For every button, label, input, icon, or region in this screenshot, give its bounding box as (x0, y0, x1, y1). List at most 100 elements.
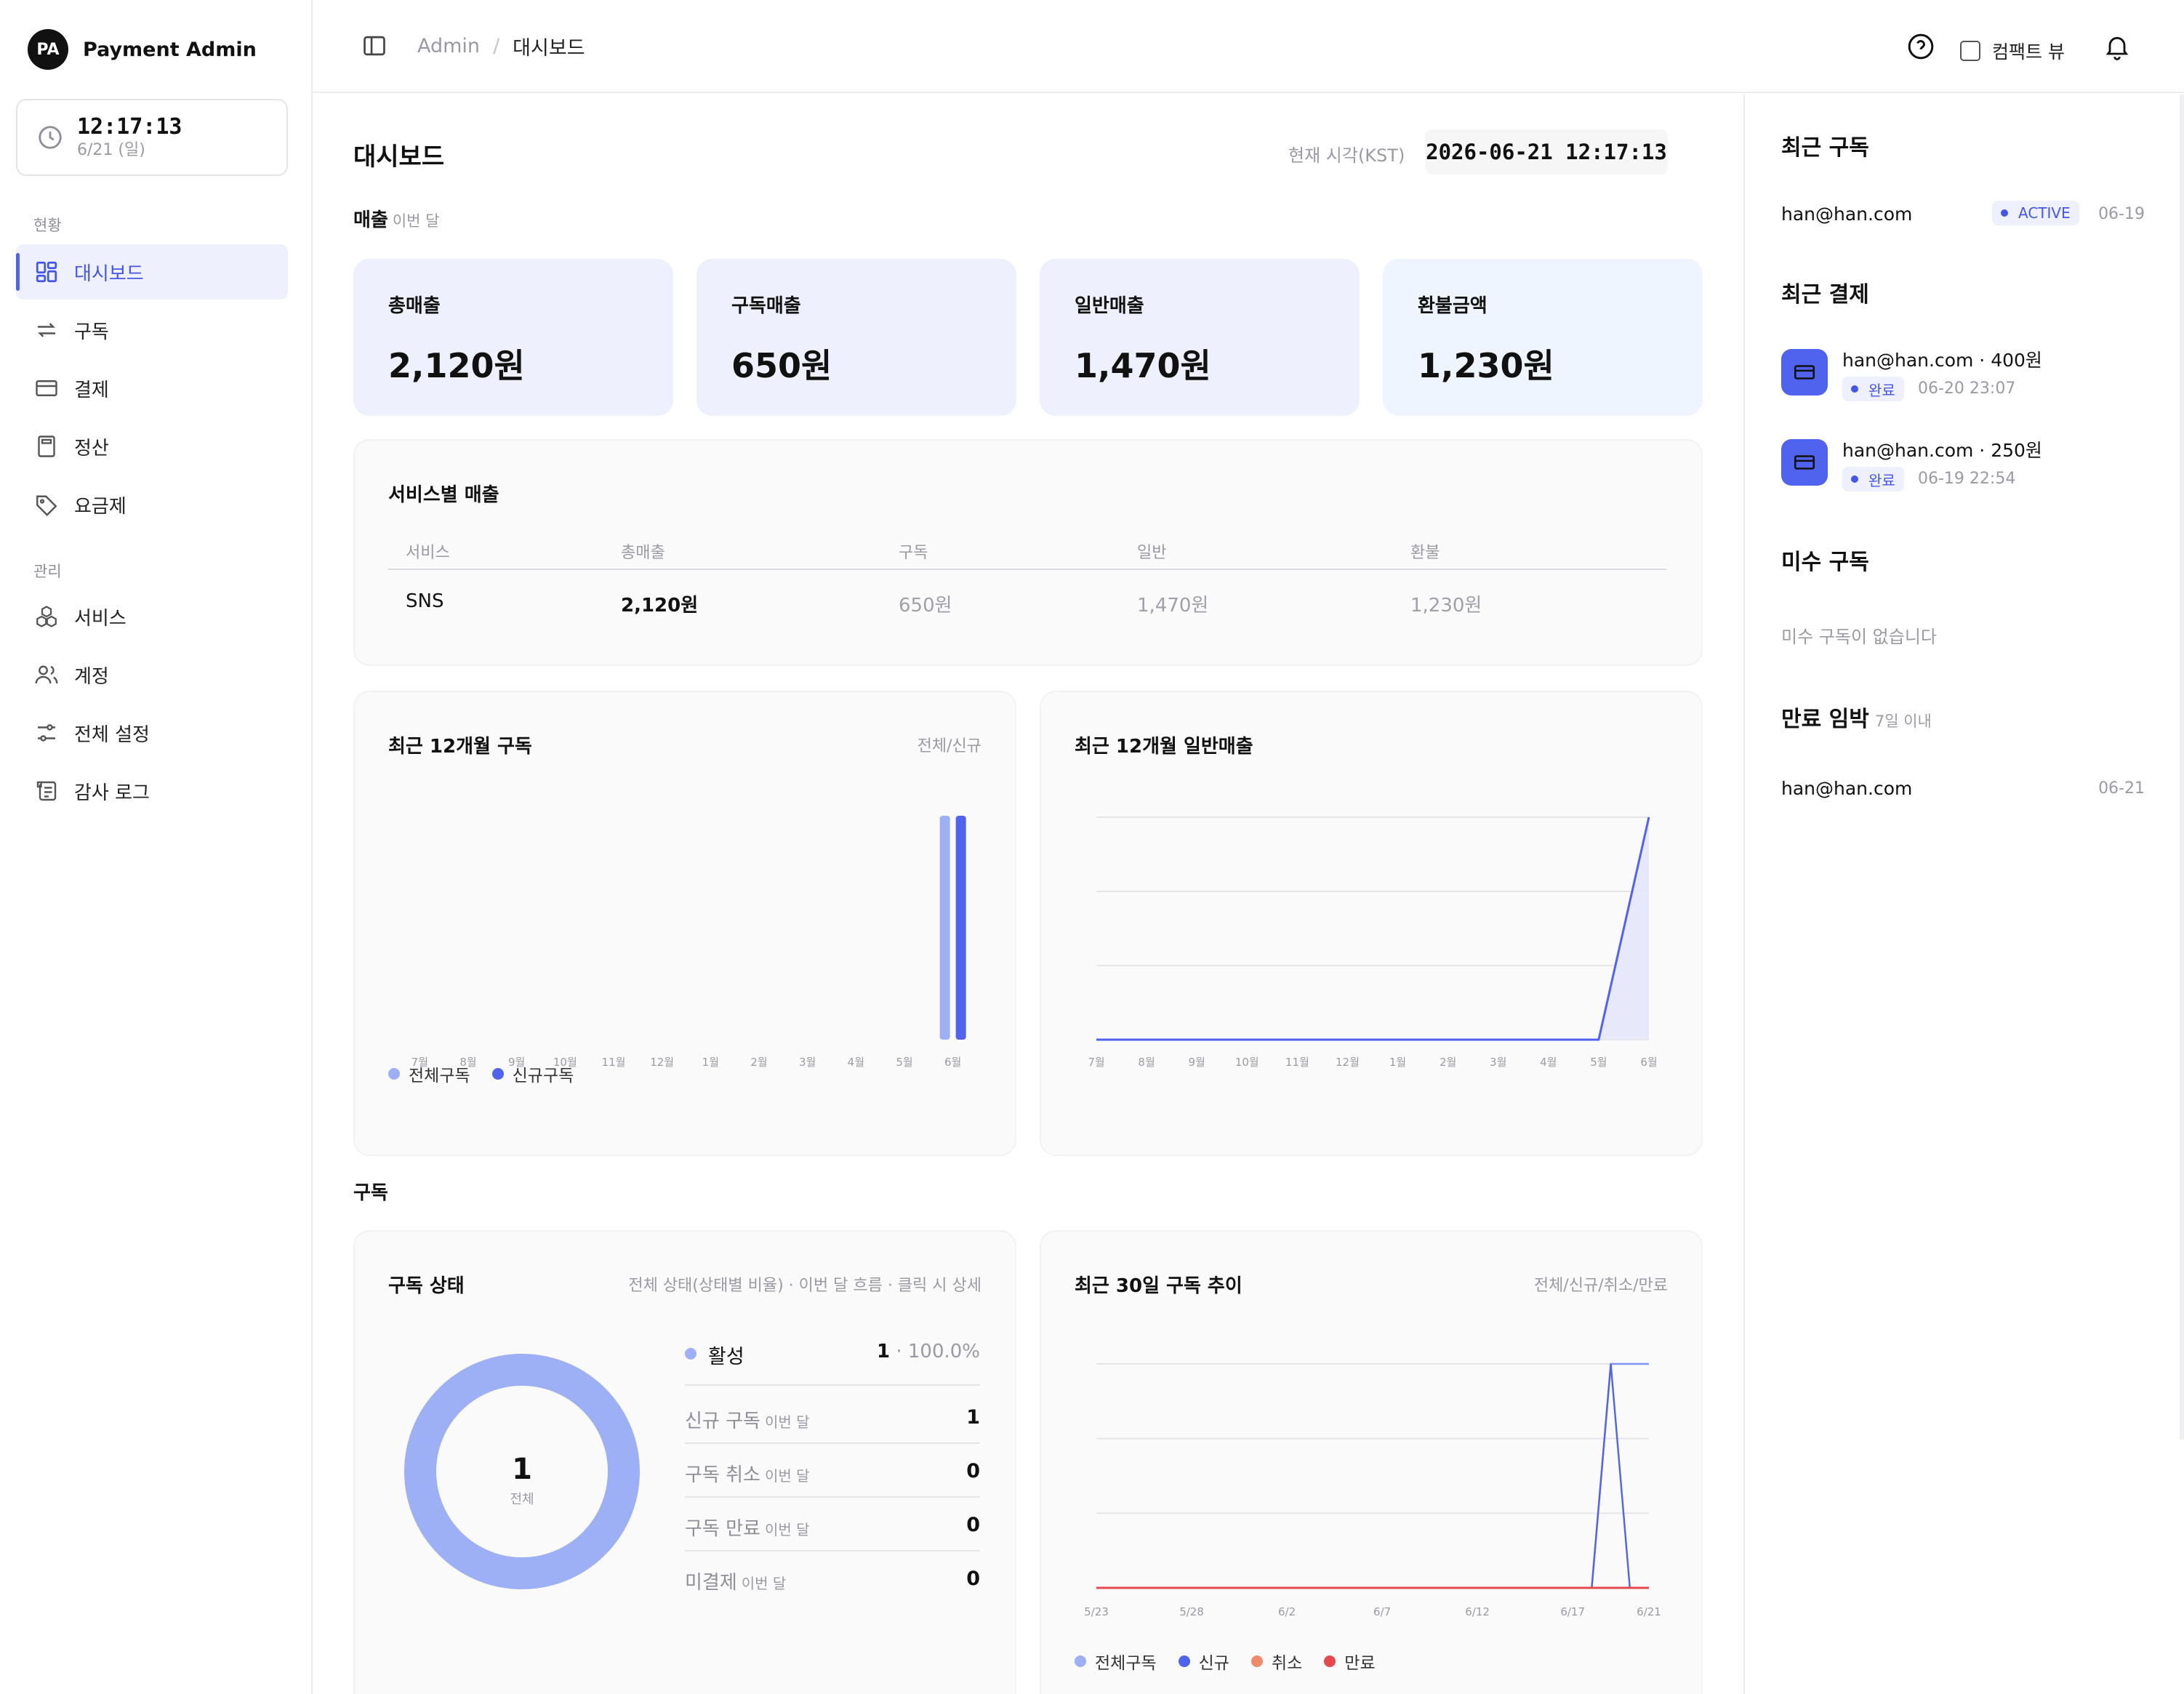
column-header: 일반 (1137, 544, 1167, 562)
legend-dot (685, 1348, 696, 1360)
payment-card-icon (1781, 349, 1828, 396)
badge-dot (2001, 209, 2008, 217)
sidebar-item-accounts[interactable]: 계정 (16, 647, 288, 702)
subscription-section-label: 구독 (353, 1182, 388, 1204)
kpi-subscription-revenue[interactable]: 구독매출 650원 (696, 259, 1016, 416)
expiring-soon-label: 만료 임박 (1781, 707, 1869, 732)
status-row-new[interactable]: 신규 구독 이번 달 1 (685, 1390, 980, 1444)
breadcrumb-separator: / (493, 35, 500, 57)
revenue-period: 이번 달 (392, 212, 440, 230)
recent-subscription-email: han@han.com (1781, 204, 1913, 225)
breadcrumb-root[interactable]: Admin (417, 35, 480, 57)
recent-payment-item[interactable]: han@han.com · 400원 완료 06-20 23:07 (1745, 339, 2184, 419)
status-row-label: 구독 취소 (685, 1464, 760, 1486)
sidebar-item-audit-log[interactable]: 감사 로그 (16, 763, 288, 819)
page-title: 대시보드 (353, 142, 445, 172)
breadcrumb-current: 대시보드 (513, 37, 585, 60)
status-badge: ACTIVE (1992, 201, 2079, 225)
legend-dot (1075, 1655, 1086, 1667)
monthly-subscriptions-chart: 7월 8월 9월 10월 11월 12월 1월 2월 3월 4월 5월 6월 (411, 816, 966, 1069)
scroll-icon (36, 781, 57, 801)
kpi-total-revenue[interactable]: 총매출 2,120원 (353, 259, 673, 416)
sidebar-item-label: 서비스 (74, 607, 127, 630)
sidebar-item-subscriptions[interactable]: 구독 (16, 302, 288, 358)
expiring-soon-range: 7일 이내 (1874, 712, 1932, 730)
badge-label: ACTIVE (2018, 204, 2071, 222)
expiring-item[interactable]: han@han.com 06-21 (1745, 771, 2184, 814)
kpi-label: 구독매출 (731, 295, 801, 317)
bell-icon[interactable] (2103, 32, 2132, 61)
kpi-value: 2,120원 (388, 346, 525, 385)
status-row-unpaid[interactable]: 미결제 이번 달 0 (685, 1552, 980, 1605)
topbar: Admin / 대시보드 컴팩트 뷰 (313, 0, 2184, 93)
sidebar-item-dashboard[interactable]: 대시보드 (16, 244, 288, 300)
x-tick-label: 10월 (1235, 1056, 1259, 1069)
compact-view-toggle[interactable]: 컴팩트 뷰 (1960, 38, 2065, 64)
sidebar-item-payments[interactable]: 결제 (16, 361, 288, 416)
sidebar-item-label: 계정 (74, 665, 109, 688)
x-tick-label: 2월 (750, 1056, 767, 1069)
x-tick-label: 12월 (1336, 1056, 1360, 1069)
legend-dot (1250, 1655, 1263, 1667)
status-active-label: 활성 (708, 1346, 744, 1368)
x-tick-label: 6월 (944, 1056, 961, 1069)
kpi-general-revenue[interactable]: 일반매출 1,470원 (1040, 259, 1360, 416)
status-active-row[interactable]: 활성 1 · 100.0% (685, 1338, 980, 1368)
subscription-status-card[interactable]: 구독 상태 전체 상태(상태별 비율) · 이번 달 흐름 · 클릭 시 상세 … (353, 1230, 1016, 1694)
x-tick-label: 6/12 (1465, 1605, 1490, 1618)
recent-subscription-item[interactable]: han@han.com ACTIVE 06-19 (1745, 95, 2184, 284)
main-content: 대시보드 현재 시각(KST) 2026-06-21 12:17:13 매출 이번… (313, 95, 1743, 1694)
x-tick-label: 5/28 (1179, 1605, 1204, 1618)
compact-view-checkbox[interactable] (1960, 41, 1980, 61)
sidebar-item-services[interactable]: 서비스 (16, 589, 288, 644)
status-row-expired[interactable]: 구독 만료 이번 달 0 (685, 1498, 980, 1552)
monthly-revenue-chart: 7월 8월 9월 10월 11월 12월 1월 2월 3월 4월 5월 6월 (1088, 816, 1658, 1069)
column-header: 구독 (899, 544, 928, 562)
divider (685, 1384, 980, 1386)
panel-scrollbar[interactable] (2180, 95, 2184, 1440)
recent-payments-title: 최근 결제 (1781, 282, 1869, 308)
x-tick-label: 1월 (1389, 1056, 1406, 1069)
help-icon[interactable] (1906, 32, 1935, 61)
current-time-label: 현재 시각(KST) (1288, 145, 1405, 166)
legend-item[interactable]: 취소 (1250, 1649, 1302, 1674)
subscription-trend-card: 최근 30일 구독 추이 전체/신규/취소/만료 5/23 5/28 6/2 6/7 6… (1040, 1230, 1703, 1694)
subscription-trend-chart: 5/23 5/28 6/2 6/7 6/12 6/17 6/21 (1084, 1362, 1661, 1618)
table-row[interactable]: SNS 2,120원 650원 1,470원 1,230원 (388, 571, 1666, 634)
x-tick-label: 4월 (848, 1056, 864, 1069)
cell-general: 1,470원 (1137, 595, 1209, 617)
donut-center-value: 1 (512, 1453, 532, 1486)
kpi-refund-amount[interactable]: 환불금액 1,230원 (1383, 259, 1703, 416)
legend-item[interactable]: 만료 (1324, 1649, 1376, 1674)
status-donut-chart[interactable]: 1 전체 (398, 1348, 646, 1595)
sidebar-item-plans[interactable]: 요금제 (16, 477, 288, 532)
unpaid-subscriptions-title: 미수 구독 (1781, 550, 1869, 575)
x-tick-label: 8월 (1138, 1056, 1155, 1069)
recent-subscription-date: 06-19 (2098, 205, 2145, 223)
x-tick-label: 6/21 (1637, 1605, 1661, 1618)
x-tick-label: 3월 (1490, 1056, 1506, 1069)
sidebar-item-settings[interactable]: 전체 설정 (16, 705, 288, 760)
status-row-label: 구독 만료 (685, 1518, 760, 1540)
sidebar-toggle-icon[interactable] (361, 32, 388, 60)
card-title: 서비스별 매출 (388, 484, 499, 506)
revenue-section-label: 매출 이번 달 (353, 205, 439, 232)
status-row-canceled[interactable]: 구독 취소 이번 달 0 (685, 1444, 980, 1498)
legend-item[interactable]: 전체구독 (1075, 1649, 1157, 1674)
legend-item[interactable]: 신규 (1178, 1649, 1229, 1674)
recent-payment-item[interactable]: han@han.com · 250원 완료 06-19 22:54 (1745, 429, 2184, 509)
column-header: 총매출 (621, 544, 665, 562)
legend-label: 신규구독 (512, 1067, 574, 1085)
status-row-value: 0 (966, 1514, 980, 1536)
status-row-value: 0 (966, 1567, 980, 1590)
status-row-label: 미결제 (685, 1572, 737, 1594)
x-tick-label: 6월 (1640, 1056, 1657, 1069)
brand[interactable]: PA Payment Admin (28, 29, 257, 70)
badge-dot (1851, 385, 1858, 393)
legend-item[interactable]: 전체구독 (388, 1061, 470, 1086)
legend-label: 전체구독 (409, 1067, 470, 1085)
repeat-icon (38, 323, 55, 337)
legend-item[interactable]: 신규구독 (491, 1061, 574, 1086)
monthly-subscriptions-card: 최근 12개월 구독 전체/신규 7월 8월 9월 10월 11월 12월 1월 2월 3월 4월… (353, 691, 1016, 1156)
sidebar-item-settlement[interactable]: 정산 (16, 419, 288, 474)
